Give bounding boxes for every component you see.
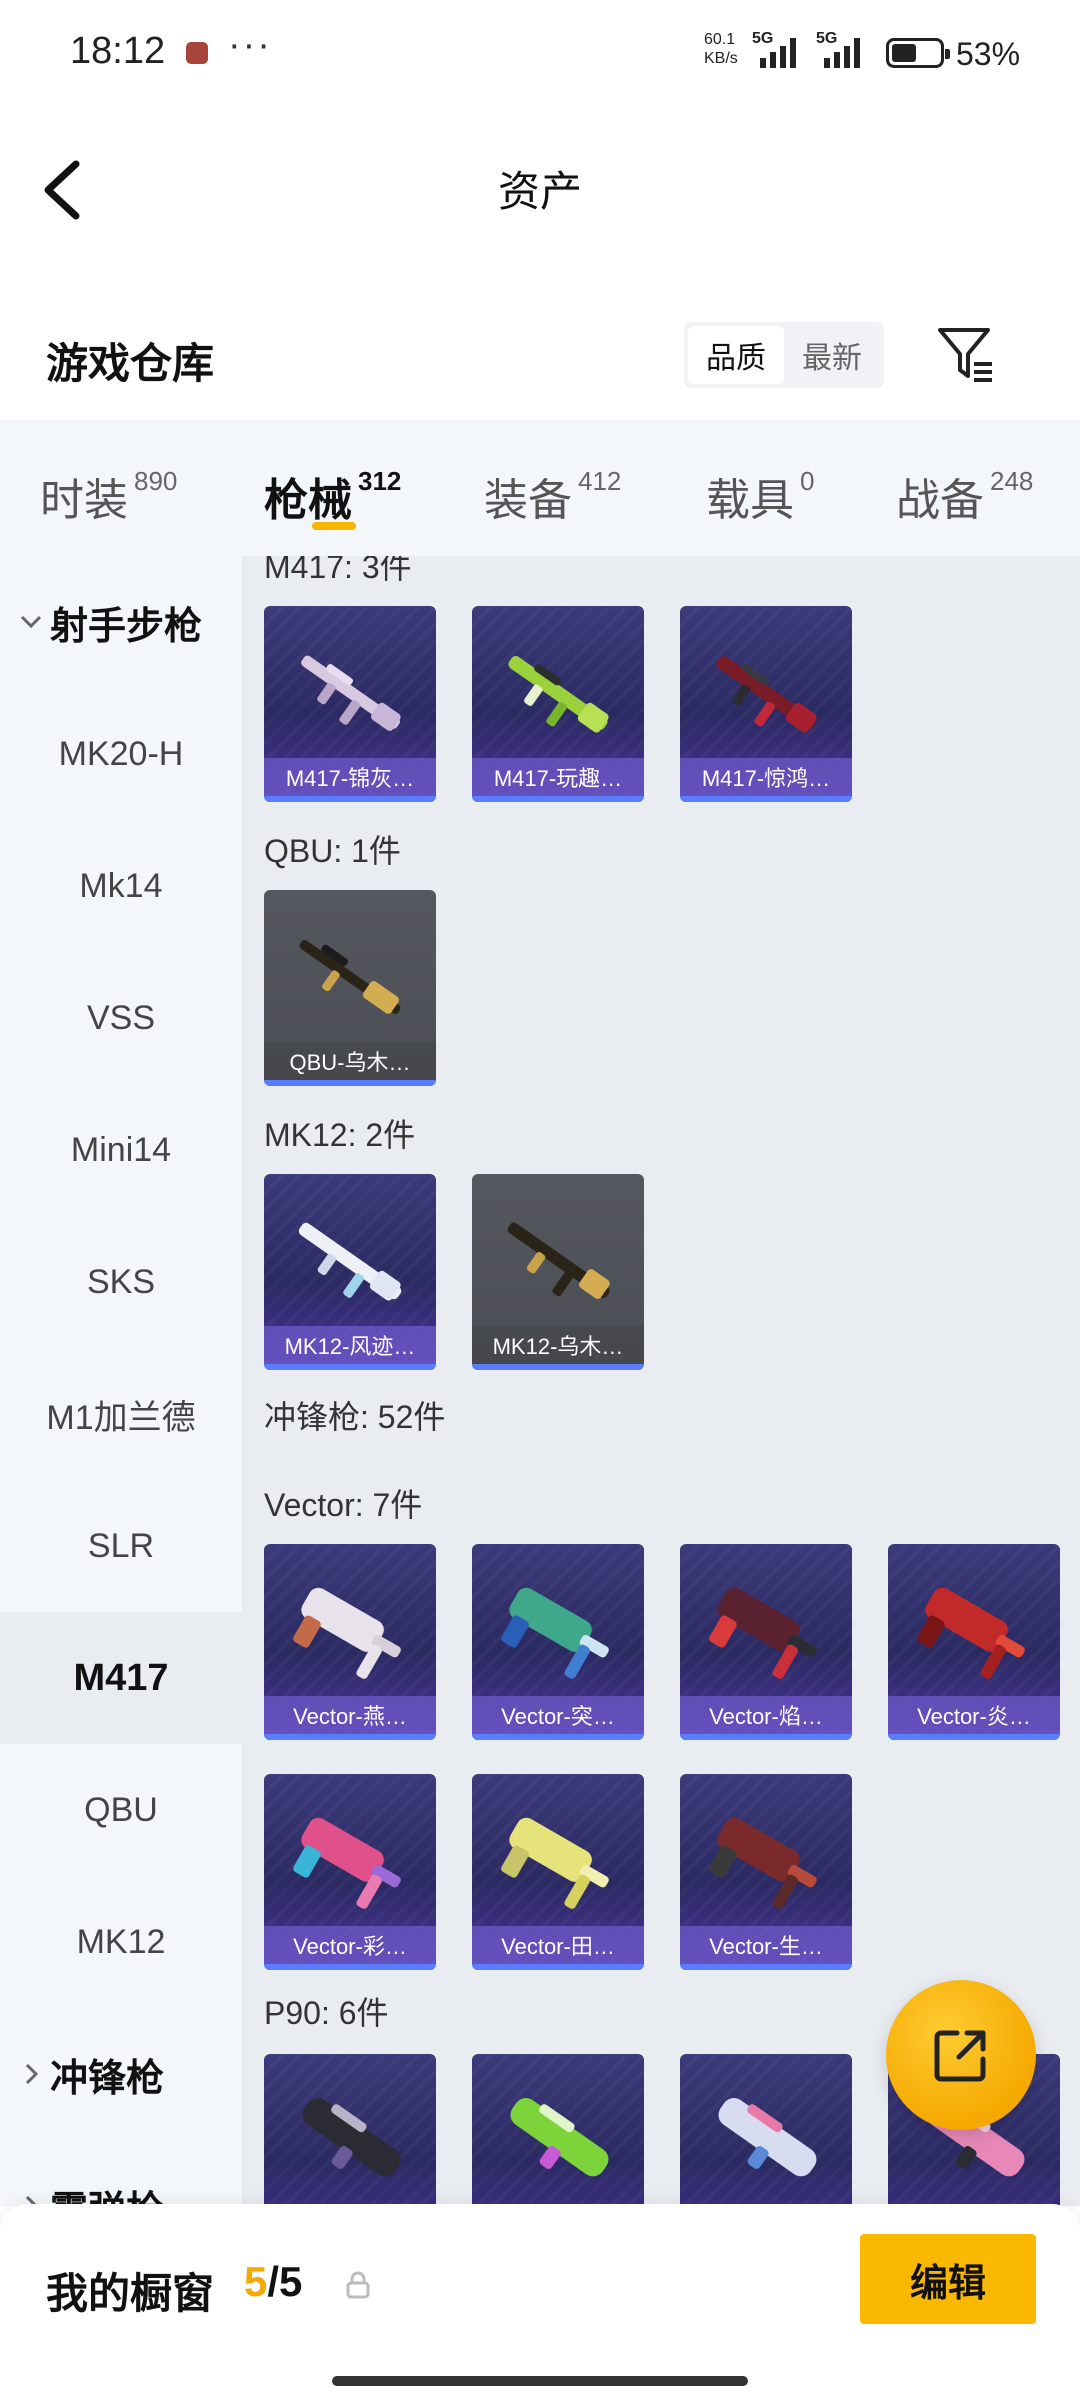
notification-app-icon <box>186 42 208 64</box>
skin-card[interactable]: Vector-田… <box>472 1774 644 1970</box>
rifle-image <box>298 1222 402 1301</box>
home-indicator[interactable] <box>332 2376 748 2386</box>
sidebar-category-marksman[interactable]: 射手步枪 <box>0 556 242 688</box>
share-out-icon <box>934 2030 986 2082</box>
sidebar-item-vss[interactable]: VSS <box>0 952 242 1084</box>
skin-card[interactable] <box>264 2054 436 2206</box>
filter-button[interactable] <box>934 322 998 386</box>
sidebar-item-sks[interactable]: SKS <box>0 1216 242 1348</box>
skin-card[interactable]: Vector-炎… <box>888 1544 1060 1740</box>
showcase-count: 5/5 <box>244 2258 303 2305</box>
smg-image <box>510 2098 609 2177</box>
rifle-image <box>299 940 401 1014</box>
skin-card[interactable]: MK12-风迹… <box>264 1174 436 1370</box>
group-title-p90: P90: 6件 <box>264 1995 389 2031</box>
group-title-vector: Vector: 7件 <box>264 1487 423 1523</box>
tab-fashion[interactable]: 时装 890 <box>40 464 177 528</box>
skin-card[interactable]: Vector-突… <box>472 1544 644 1740</box>
sidebar-item-qbu[interactable]: QBU <box>0 1744 242 1876</box>
weapon-grid: M417: 3件 M417-锦灰… M417-玩趣… M417-惊鸿… QBU:… <box>242 556 1080 2206</box>
page-title: 资产 <box>497 168 582 215</box>
group-title-m417: M417: 3件 <box>264 556 412 585</box>
tab-vehicles[interactable]: 载具 0 <box>706 464 814 528</box>
battery-percent: 53% <box>956 36 1021 72</box>
chevron-down-icon <box>20 615 42 629</box>
smg-image <box>917 1587 1025 1679</box>
skin-card[interactable]: Vector-焰… <box>680 1544 852 1740</box>
sidebar-item-mk14[interactable]: Mk14 <box>0 820 242 952</box>
smg-image <box>293 1817 401 1909</box>
smg-image <box>302 2098 401 2177</box>
rifle-image <box>508 655 609 733</box>
tab-firearms[interactable]: 枪械 312 <box>264 464 401 528</box>
sidebar-item-mk12[interactable]: MK12 <box>0 1876 242 2008</box>
showcase-bar: 我的橱窗 5/5 编辑 <box>0 2204 1080 2400</box>
skin-card[interactable] <box>472 2054 644 2206</box>
sort-toggle: 品质 最新 <box>684 322 884 388</box>
status-time: 18:12 <box>70 30 166 72</box>
group-title-mk12: MK12: 2件 <box>264 1117 416 1153</box>
smg-image <box>709 1817 817 1909</box>
group-title-qbu: QBU: 1件 <box>264 833 401 869</box>
smg-image <box>718 2098 817 2177</box>
battery-icon <box>886 38 950 68</box>
weapon-type-sidebar: 射手步枪 MK20-H Mk14 VSS Mini14 SKS M1加兰德 SL… <box>0 556 242 2206</box>
lock-icon <box>346 2271 370 2299</box>
sidebar-item-mk20h[interactable]: MK20-H <box>0 688 242 820</box>
smg-image <box>501 1587 609 1679</box>
rifle-image <box>301 655 401 731</box>
tab-equipment[interactable]: 装备 412 <box>484 464 621 528</box>
status-bar: 18:12 ··· 60.1 KB/s 5G 5G 53% <box>0 0 1080 110</box>
sidebar-item-m417[interactable]: M417 <box>0 1612 242 1744</box>
signal-icon-1 <box>760 36 796 68</box>
group-title-smg: 冲锋枪: 52件 <box>264 1399 446 1435</box>
category-tabs: 时装 890 枪械 312 装备 412 载具 0 战备 248 <box>0 420 1080 556</box>
share-showcase-button[interactable] <box>886 1980 1036 2130</box>
skin-card[interactable]: QBU-乌木… <box>264 890 436 1086</box>
smg-image <box>293 1587 401 1679</box>
sidebar-category-shotgun[interactable]: 霰弹枪 <box>0 2140 242 2206</box>
skin-card[interactable]: Vector-彩… <box>264 1774 436 1970</box>
skin-card[interactable]: M417-惊鸿… <box>680 606 852 802</box>
skin-card[interactable]: Vector-燕… <box>264 1544 436 1740</box>
signal-icon-2 <box>824 36 860 68</box>
sidebar-category-smg[interactable]: 冲锋枪 <box>0 2008 242 2140</box>
section-title: 游戏仓库 <box>46 340 215 387</box>
sort-option-newest[interactable]: 最新 <box>784 326 880 384</box>
more-notifications-icon: ··· <box>228 24 272 66</box>
smg-image <box>501 1817 609 1909</box>
sort-option-quality[interactable]: 品质 <box>688 326 784 384</box>
skin-card[interactable]: M417-玩趣… <box>472 606 644 802</box>
filter-icon <box>938 328 992 382</box>
rifle-image <box>716 655 817 733</box>
chevron-right-icon <box>25 2063 39 2085</box>
showcase-title: 我的橱窗 <box>46 2270 215 2317</box>
tab-supplies[interactable]: 战备 248 <box>896 464 1033 528</box>
sidebar-item-m1-garand[interactable]: M1加兰德 <box>0 1348 242 1480</box>
sidebar-item-mini14[interactable]: Mini14 <box>0 1084 242 1216</box>
network-speed: 60.1 KB/s <box>704 31 738 67</box>
rifle-image <box>507 1222 610 1299</box>
skin-card[interactable]: MK12-乌木… <box>472 1174 644 1370</box>
skin-card[interactable] <box>680 2054 852 2206</box>
edit-button[interactable]: 编辑 <box>860 2234 1036 2324</box>
skin-card[interactable]: M417-锦灰… <box>264 606 436 802</box>
sidebar-item-slr[interactable]: SLR <box>0 1480 242 1612</box>
smg-image <box>709 1587 817 1679</box>
active-tab-indicator <box>312 522 356 530</box>
skin-card[interactable]: Vector-生… <box>680 1774 852 1970</box>
